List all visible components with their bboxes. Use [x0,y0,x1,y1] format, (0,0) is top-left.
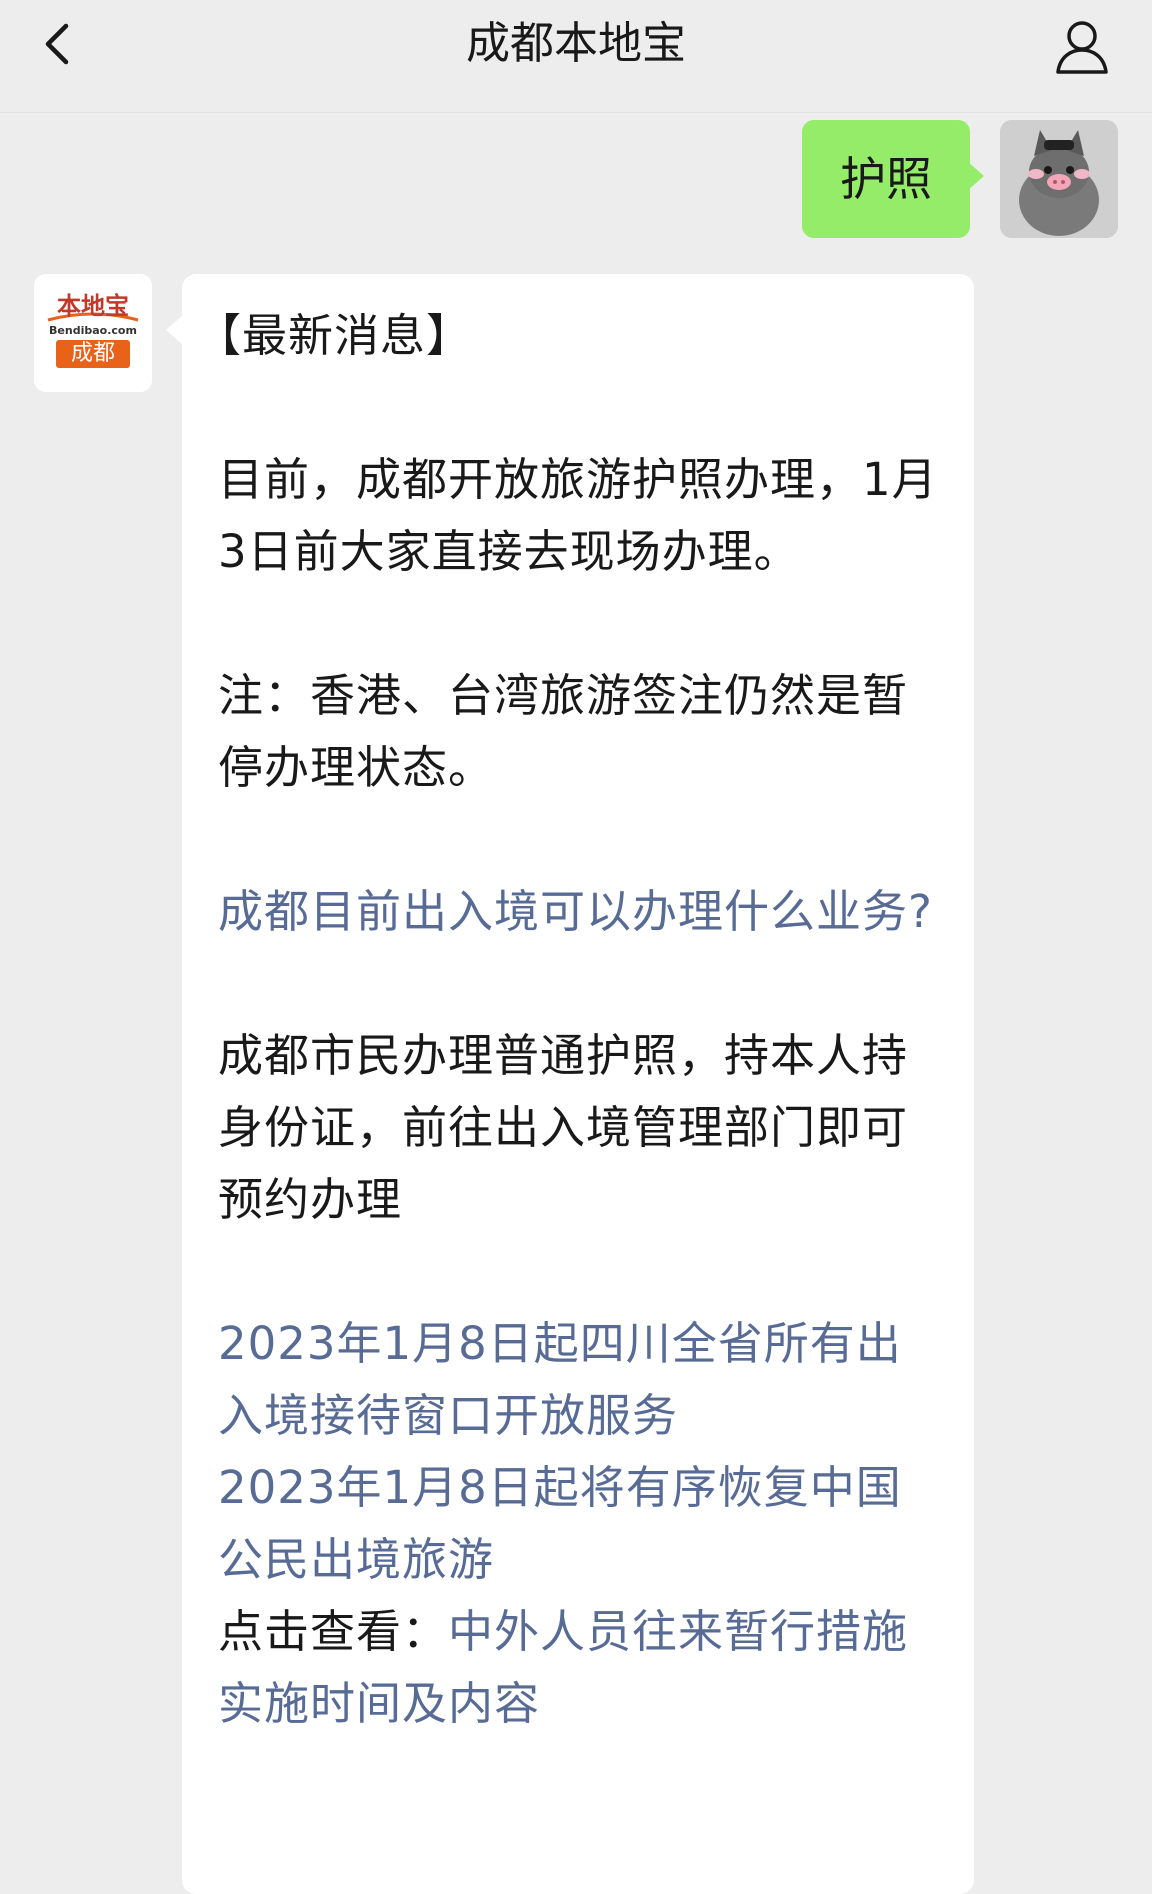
logo-text-domain: Bendibao.com [49,324,137,337]
cat-avatar-image [1000,120,1118,238]
message-paragraph-2: 注：香港、台湾旅游签注仍然是暂停办理状态。 [218,669,909,794]
link-business-types[interactable]: 成都目前出入境可以办理什么业务? [218,876,938,948]
top-bar: 成都本地宝 [0,0,1152,113]
chat-title: 成都本地宝 [466,18,686,69]
person-icon [1056,21,1108,74]
click-to-view-line: 点击查看：中外人员往来暂行措施实施时间及内容 [218,1596,938,1740]
logo-text-city: 成都 [70,341,115,366]
link-travel-resume[interactable]: 2023年1月8日起将有序恢复中国公民出境旅游 [218,1452,938,1596]
message-paragraph-3: 成都市民办理普通护照，持本人持身份证，前往出入境管理部门即可预约办理 [218,1029,909,1226]
outgoing-message: 护照 [0,120,1152,240]
profile-button[interactable] [1050,14,1114,78]
incoming-bubble: 【最新消息】 目前，成都开放旅游护照办理，1月3日前大家直接去现场办理。 注：香… [166,274,974,1894]
message-heading: 【最新消息】 [196,309,473,362]
bot-avatar[interactable]: 本地宝 Bendibao.com 成都 [34,274,152,392]
outgoing-bubble[interactable]: 护照 [802,120,984,238]
click-to-view-label: 点击查看： [218,1605,449,1658]
logo-text-bendibao: 本地宝 [57,291,129,320]
message-paragraph-1: 目前，成都开放旅游护照办理，1月3日前大家直接去现场办理。 [218,453,938,578]
user-avatar[interactable] [1000,120,1118,238]
link-windows-open[interactable]: 2023年1月8日起四川全省所有出入境接待窗口开放服务 [218,1308,938,1452]
